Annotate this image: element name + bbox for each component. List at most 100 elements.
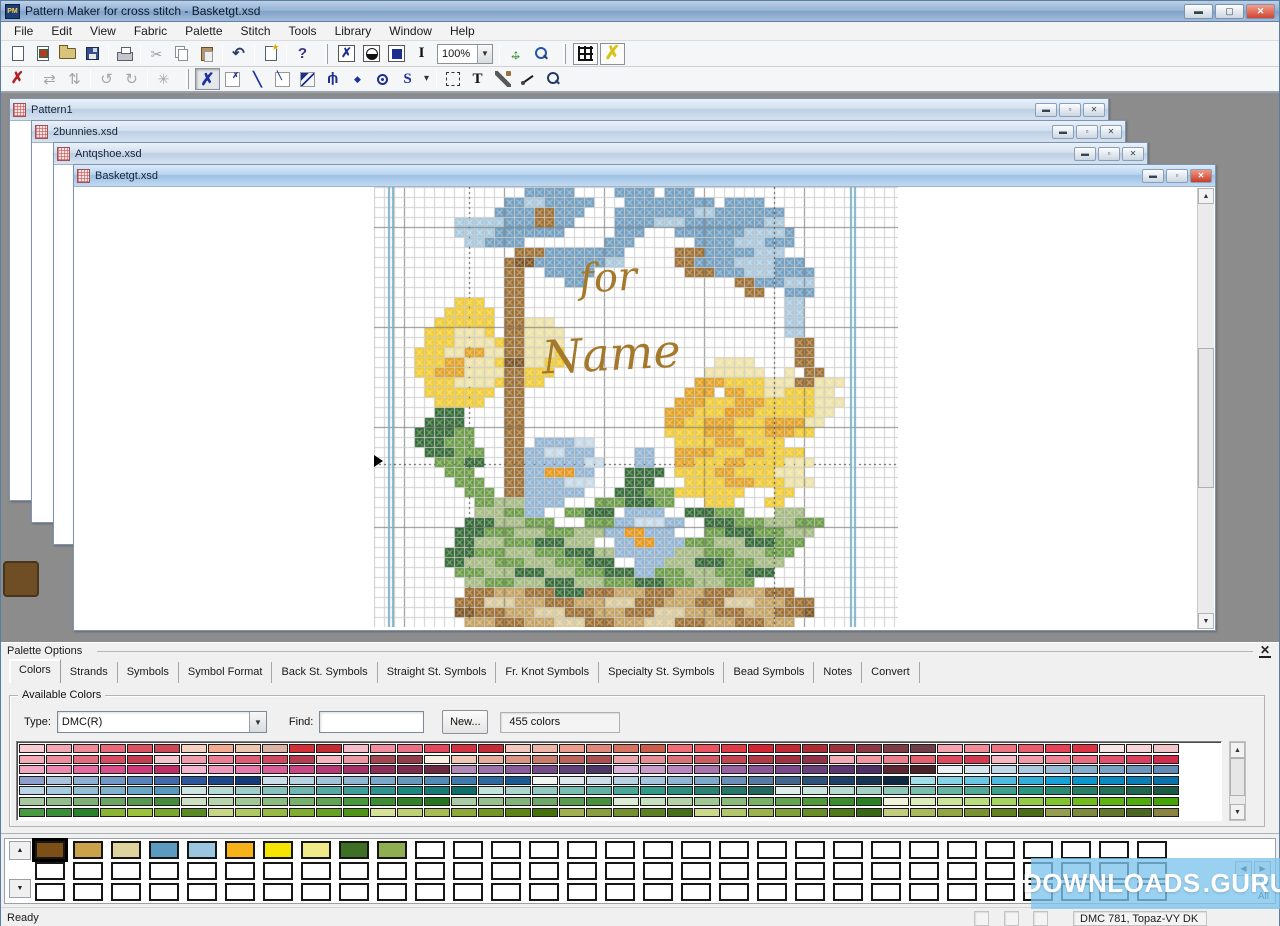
color-swatch[interactable] (1099, 776, 1125, 785)
save-button[interactable] (80, 43, 105, 65)
palette-chip[interactable] (301, 883, 331, 901)
child-minimize-button[interactable]: ▬ (1035, 103, 1057, 117)
palette-chip[interactable] (529, 862, 559, 880)
color-swatch[interactable] (100, 797, 126, 806)
color-swatch[interactable] (1126, 744, 1152, 753)
color-swatch[interactable] (154, 744, 180, 753)
color-swatch[interactable] (1099, 786, 1125, 795)
color-swatch[interactable] (46, 755, 72, 764)
scroll-up-button[interactable]: ▲ (1230, 742, 1245, 758)
color-swatch[interactable] (1153, 744, 1179, 753)
color-swatch[interactable] (937, 776, 963, 785)
menu-item-stitch[interactable]: Stitch (232, 22, 280, 40)
color-swatch[interactable] (235, 744, 261, 753)
color-swatch[interactable] (1153, 755, 1179, 764)
color-swatch[interactable] (856, 797, 882, 806)
color-swatch[interactable] (883, 755, 909, 764)
full-stitch-button[interactable]: ✗ (195, 68, 220, 90)
color-swatch[interactable] (73, 797, 99, 806)
color-swatch[interactable] (262, 755, 288, 764)
color-swatch[interactable] (451, 744, 477, 753)
color-swatch[interactable] (856, 786, 882, 795)
color-swatch[interactable] (397, 776, 423, 785)
tab-colors[interactable]: Colors (9, 659, 61, 683)
color-swatch[interactable] (1072, 776, 1098, 785)
rotate-right-button[interactable]: ↻ (119, 68, 144, 90)
color-swatch[interactable] (451, 808, 477, 817)
color-swatch[interactable] (478, 776, 504, 785)
palette-chip[interactable] (947, 883, 977, 901)
color-swatch[interactable] (1018, 808, 1044, 817)
palette-chip[interactable] (833, 841, 863, 859)
child-minimize-button[interactable]: ▬ (1074, 147, 1096, 161)
color-swatch[interactable] (1099, 744, 1125, 753)
color-swatch[interactable] (208, 786, 234, 795)
special-stitch-dropdown[interactable]: ▾ (420, 68, 433, 90)
color-swatch[interactable] (532, 765, 558, 774)
color-swatch[interactable] (478, 765, 504, 774)
palette-chip[interactable] (719, 862, 749, 880)
color-swatch[interactable] (856, 765, 882, 774)
color-swatch[interactable] (208, 797, 234, 806)
color-swatch[interactable] (208, 744, 234, 753)
color-swatch[interactable] (721, 744, 747, 753)
paste-button[interactable] (194, 43, 219, 65)
palette-scroll-down-button[interactable]: ▼ (9, 879, 31, 898)
palette-chip[interactable] (985, 883, 1015, 901)
palette-chip[interactable] (643, 862, 673, 880)
color-swatch[interactable] (262, 744, 288, 753)
color-swatch[interactable] (748, 808, 774, 817)
color-swatch[interactable] (46, 797, 72, 806)
straight-stitch-button[interactable] (320, 68, 345, 90)
color-swatch[interactable] (100, 765, 126, 774)
color-swatch[interactable] (613, 776, 639, 785)
special-stitch-button[interactable]: S (395, 68, 420, 90)
color-swatch[interactable] (1126, 776, 1152, 785)
color-swatch[interactable] (46, 808, 72, 817)
color-swatch[interactable] (748, 744, 774, 753)
palette-chip[interactable] (263, 841, 293, 859)
color-swatch[interactable] (1045, 797, 1071, 806)
minimize-button[interactable]: ▬ (1184, 4, 1213, 19)
color-swatch[interactable] (154, 776, 180, 785)
stitches-toggle[interactable]: ✗ (600, 43, 625, 65)
menu-item-window[interactable]: Window (380, 22, 441, 40)
palette-chip[interactable] (225, 883, 255, 901)
color-swatch[interactable] (937, 808, 963, 817)
palette-chip[interactable] (415, 862, 445, 880)
palette-chip[interactable] (263, 883, 293, 901)
color-swatch[interactable] (316, 797, 342, 806)
palette-chip[interactable] (453, 841, 483, 859)
color-swatch[interactable] (721, 797, 747, 806)
palette-chip[interactable] (947, 841, 977, 859)
palette-chip[interactable] (681, 883, 711, 901)
color-swatch[interactable] (181, 797, 207, 806)
color-swatch[interactable] (991, 797, 1017, 806)
color-swatch[interactable] (154, 797, 180, 806)
color-swatch[interactable] (694, 765, 720, 774)
color-swatch[interactable] (640, 755, 666, 764)
open-button[interactable] (55, 43, 80, 65)
fit-to-window-button[interactable] (503, 43, 528, 65)
color-swatch[interactable] (667, 755, 693, 764)
color-swatch[interactable] (640, 776, 666, 785)
color-swatch[interactable] (1099, 797, 1125, 806)
color-swatch[interactable] (235, 786, 261, 795)
color-swatch[interactable] (424, 744, 450, 753)
color-swatch[interactable] (100, 808, 126, 817)
color-swatch[interactable] (1126, 797, 1152, 806)
zoom-select[interactable]: 100%▼ (437, 44, 493, 64)
help-button[interactable]: ? (290, 43, 315, 65)
color-swatch[interactable] (505, 808, 531, 817)
palette-chip[interactable] (187, 883, 217, 901)
cut-button[interactable]: ✂ (144, 43, 169, 65)
color-swatch[interactable] (586, 776, 612, 785)
color-swatch[interactable] (721, 765, 747, 774)
color-swatch[interactable] (451, 755, 477, 764)
child-restore-button[interactable]: ▫ (1098, 147, 1120, 161)
color-swatch[interactable] (1153, 786, 1179, 795)
color-swatch[interactable] (289, 797, 315, 806)
palette-chip[interactable] (35, 841, 65, 859)
color-swatch[interactable] (1126, 765, 1152, 774)
color-swatch[interactable] (829, 797, 855, 806)
